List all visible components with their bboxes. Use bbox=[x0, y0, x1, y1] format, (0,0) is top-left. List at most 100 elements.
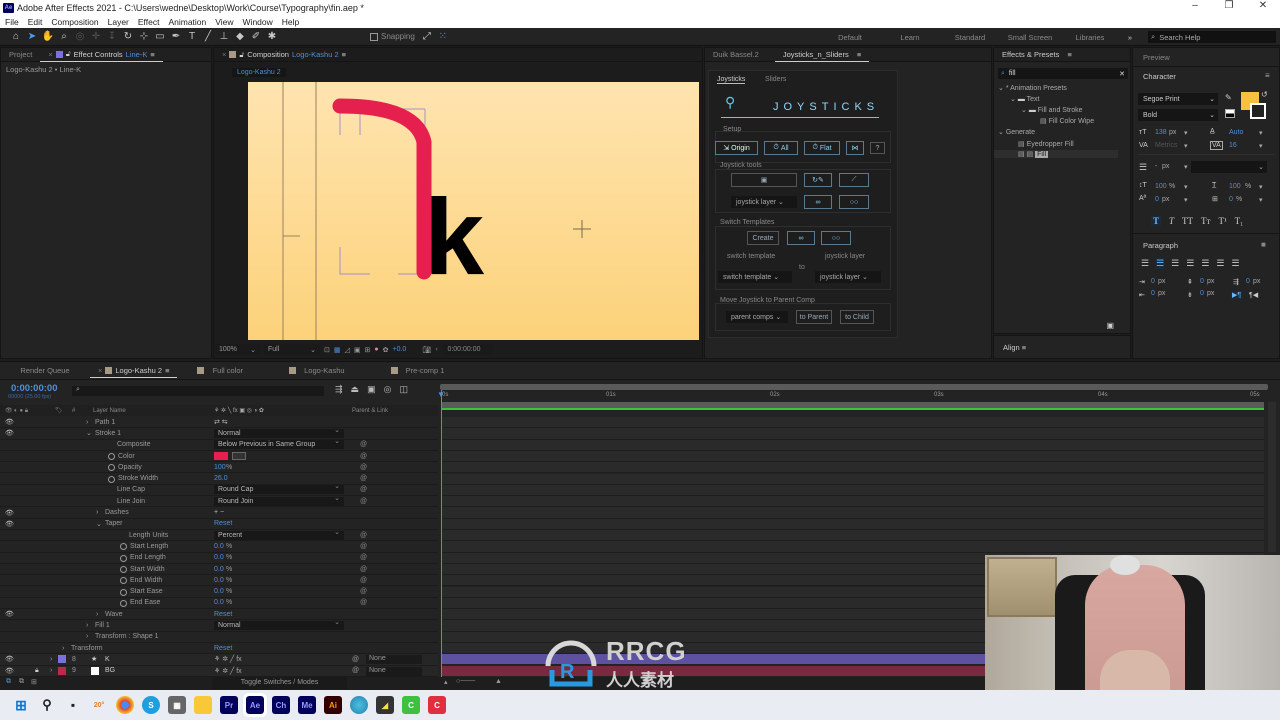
layer-switches[interactable]: ⚘ ✲ ╱ fx bbox=[214, 667, 242, 675]
rtl-direction-icon[interactable]: ¶◀ bbox=[1249, 291, 1258, 299]
baseline-shift-value[interactable]: 0 bbox=[1155, 196, 1159, 203]
ltr-direction-icon[interactable]: ▶¶ bbox=[1231, 291, 1243, 299]
dolly-camera-icon[interactable]: ↧ bbox=[104, 29, 120, 45]
swap-colors-icon[interactable]: ↺ bbox=[1261, 90, 1268, 99]
menu-edit[interactable]: Edit bbox=[28, 17, 43, 27]
track-row[interactable] bbox=[442, 518, 1264, 530]
tab-render-queue[interactable]: Render Queue bbox=[0, 364, 90, 378]
stroke-width-value[interactable]: - bbox=[1155, 163, 1157, 170]
channel-icon[interactable]: ● bbox=[374, 346, 378, 353]
panel-menu-icon[interactable]: ≡ bbox=[165, 366, 169, 375]
track-row[interactable] bbox=[442, 484, 1264, 497]
space-after-value[interactable]: 0 bbox=[1200, 290, 1204, 297]
3d-view-icon[interactable]: ▣ bbox=[354, 346, 361, 354]
panel-menu-icon[interactable]: ≡ bbox=[1067, 50, 1071, 59]
kerning-dropdown[interactable]: ▾ bbox=[1184, 142, 1188, 150]
globe-app-icon[interactable] bbox=[350, 696, 368, 714]
menu-effect[interactable]: Effect bbox=[138, 17, 160, 27]
effects-search-input[interactable]: ⌕ fill ✕ bbox=[998, 68, 1128, 79]
track-row[interactable] bbox=[442, 439, 1264, 451]
layer-switches-toggle-icon[interactable]: ⧉ bbox=[6, 678, 11, 686]
layer-name[interactable]: BG bbox=[105, 667, 115, 674]
rectangle-icon[interactable]: ▭ bbox=[152, 29, 168, 45]
rotate-icon[interactable]: ↻ bbox=[120, 29, 136, 45]
joystick-layer-select[interactable]: joystick layer ⌄ bbox=[731, 196, 797, 208]
horizontal-scale-value[interactable]: 100 bbox=[1229, 183, 1241, 190]
panel-menu-icon[interactable]: ≡ bbox=[857, 50, 861, 59]
track-row[interactable] bbox=[442, 428, 1264, 440]
panel-menu-icon[interactable]: ≡ bbox=[1265, 71, 1270, 80]
font-family-select[interactable]: Segoe Print ⌄ bbox=[1138, 93, 1218, 105]
type-icon[interactable]: T bbox=[184, 29, 200, 45]
tab-effect-controls[interactable]: × 🔓︎ Effect Controls Line-K ≡ bbox=[40, 48, 163, 62]
brush-icon[interactable]: ╱ bbox=[200, 29, 216, 45]
tracking-value[interactable]: 16 bbox=[1229, 142, 1237, 149]
clone-stamp-icon[interactable]: ⊥ bbox=[216, 29, 232, 45]
stroke-style-select[interactable]: ⌄ bbox=[1191, 161, 1267, 173]
minimize-icon[interactable]: – bbox=[1178, 0, 1212, 15]
taskview-icon[interactable]: ▪ bbox=[64, 696, 82, 714]
create-joystick-button[interactable]: ▣ bbox=[731, 173, 797, 187]
orbit-camera-icon[interactable]: ◎ bbox=[72, 29, 88, 45]
justify-all-icon[interactable]: ☰ bbox=[1231, 258, 1239, 269]
clear-search-icon[interactable]: ✕ bbox=[1119, 70, 1125, 78]
layer-search-input[interactable]: ⌕ bbox=[72, 386, 324, 396]
graph-editor-icon[interactable]: ◫ bbox=[399, 384, 408, 395]
parent-link-column[interactable]: Parent & Link bbox=[352, 408, 388, 414]
chrome-icon[interactable] bbox=[116, 696, 134, 714]
parent-dropdown[interactable]: None bbox=[366, 666, 422, 676]
first-line-indent-value[interactable]: 0 bbox=[1246, 278, 1250, 285]
tab-logo-kashu[interactable]: Logo-Kashu bbox=[281, 364, 353, 378]
flat-button[interactable]: ⏱ Flat bbox=[804, 141, 840, 155]
template-unlink-button[interactable]: ○○ bbox=[821, 231, 851, 245]
current-time-display[interactable]: 0:00:00:00 bbox=[11, 383, 57, 394]
visibility-eye-icon[interactable]: 👁︎ bbox=[5, 667, 14, 675]
all-button[interactable]: ⏱ All bbox=[764, 141, 798, 155]
menu-file[interactable]: File bbox=[5, 17, 19, 27]
zoom-icon[interactable]: ⌕ bbox=[56, 29, 72, 45]
joystick-curve-button[interactable]: ⟋ bbox=[839, 173, 869, 187]
unlink-button[interactable]: ○○ bbox=[839, 195, 869, 209]
tree-fill-color-wipe[interactable]: ▤ Fill Color Wipe bbox=[1040, 117, 1094, 125]
subtab-joysticks[interactable]: Joysticks bbox=[717, 76, 746, 84]
template-link-button[interactable]: ∞ bbox=[787, 231, 815, 245]
letter-k[interactable]: k bbox=[424, 176, 485, 297]
indent-left-value[interactable]: 0 bbox=[1151, 278, 1155, 285]
tsume-value[interactable]: 0 bbox=[1229, 196, 1233, 203]
track-row[interactable] bbox=[442, 473, 1264, 485]
panel-menu-icon[interactable]: ≡ bbox=[342, 50, 346, 59]
switch-template-select[interactable]: switch template ⌄ bbox=[718, 271, 792, 283]
pen-icon[interactable]: ✒ bbox=[168, 29, 184, 45]
align-center-icon[interactable]: ☰ bbox=[1156, 258, 1165, 269]
justify-center-icon[interactable]: ☰ bbox=[1201, 258, 1209, 269]
search-help-input[interactable]: ⌕ Search Help bbox=[1148, 31, 1276, 43]
workspace-libraries[interactable]: Libraries bbox=[1060, 33, 1120, 42]
lock-icon[interactable]: 🔓︎ bbox=[239, 50, 244, 60]
tsume-dropdown[interactable]: ▾ bbox=[1259, 196, 1263, 204]
font-style-select[interactable]: Bold ⌄ bbox=[1138, 109, 1218, 121]
premiere-icon[interactable]: Pr bbox=[220, 696, 238, 714]
baseline-shift-dropdown[interactable]: ▾ bbox=[1184, 196, 1188, 204]
tab-pre-comp-1[interactable]: Pre-comp 1 bbox=[383, 364, 453, 378]
align-left-icon[interactable]: ☰ bbox=[1141, 258, 1149, 269]
close-icon[interactable]: × bbox=[222, 50, 226, 59]
tab-composition[interactable]: × 🔓︎ Composition Logo-Kashu 2 ≡ bbox=[214, 48, 354, 62]
stroke-width-dropdown[interactable]: ▾ bbox=[1184, 163, 1188, 171]
motion-blur-icon[interactable]: ◎ bbox=[384, 384, 392, 395]
tab-effects-presets[interactable]: Effects & Presets ≡ bbox=[994, 48, 1080, 62]
vertical-scale-dropdown[interactable]: ▾ bbox=[1184, 183, 1188, 191]
menu-view[interactable]: View bbox=[215, 17, 233, 27]
workspace-small-screen[interactable]: Small Screen bbox=[1000, 33, 1060, 42]
snap-grid-icon[interactable]: ⁙ bbox=[435, 29, 451, 45]
tree-text-folder[interactable]: ⌄ ▬ Text bbox=[1010, 95, 1039, 103]
menu-composition[interactable]: Composition bbox=[51, 17, 98, 27]
default-colors-icon[interactable] bbox=[1225, 109, 1235, 118]
track-row[interactable] bbox=[442, 530, 1264, 542]
pan-behind-icon[interactable]: ⊹ bbox=[136, 29, 152, 45]
media-encoder-icon[interactable]: Me bbox=[298, 696, 316, 714]
workspace-overflow-icon[interactable]: » bbox=[1120, 33, 1140, 42]
tab-full-color[interactable]: Full color bbox=[189, 364, 251, 378]
to-parent-button[interactable]: to Parent bbox=[796, 310, 832, 324]
lock-icon[interactable]: 🔓︎ bbox=[66, 49, 71, 59]
menu-help[interactable]: Help bbox=[282, 17, 299, 27]
